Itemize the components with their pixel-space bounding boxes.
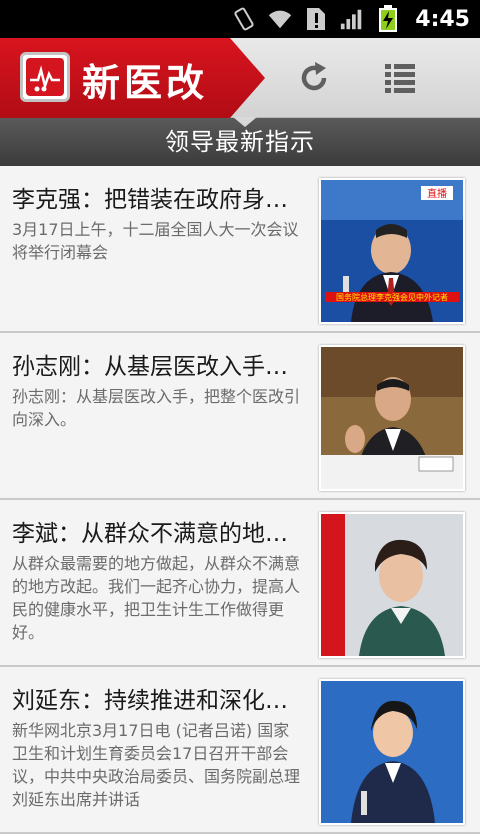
article-item[interactable]: 孙志刚：从基层医改入手… 孙志刚：从基层医改入手，把整个医改引向深入。 bbox=[0, 333, 480, 500]
article-summary: 新华网北京3月17日电 (记者吕诺) 国家卫生和计划生育委员会17日召开干部会议… bbox=[12, 721, 301, 809]
clock: 4:45 bbox=[415, 6, 470, 32]
section-pointer bbox=[233, 117, 257, 127]
article-thumbnail bbox=[319, 679, 465, 825]
live-badge: 直播 bbox=[427, 187, 447, 200]
article-thumbnail bbox=[319, 512, 465, 658]
vibrate-icon bbox=[231, 6, 257, 32]
article-item[interactable]: 李克强：把错装在政府身… 3月17日上午，十二届全国人大一次会议将举行闭幕会 国… bbox=[0, 166, 480, 333]
signal-icon bbox=[339, 6, 365, 32]
article-item[interactable]: 李斌：从群众不满意的地… 从群众最需要的地方做起，从群众不满意的地方改起。我们一… bbox=[0, 500, 480, 667]
article-list: 李克强：把错装在政府身… 3月17日上午，十二届全国人大一次会议将举行闭幕会 国… bbox=[0, 166, 480, 834]
thumb-caption: 国务院总理李克强会见中外记者 bbox=[336, 292, 448, 302]
alert-icon bbox=[303, 6, 329, 32]
app-header: 新医改 bbox=[0, 38, 480, 118]
article-title: 李斌：从群众不满意的地… bbox=[12, 521, 288, 547]
article-summary: 从群众最需要的地方做起，从群众不满意的地方改起。我们一起齐心协力，提高人民的健康… bbox=[12, 554, 301, 642]
article-title: 孙志刚：从基层医改入手… bbox=[12, 354, 288, 380]
article-summary: 3月17日上午，十二届全国人大一次会议将举行闭幕会 bbox=[12, 220, 299, 262]
article-thumbnail bbox=[319, 345, 465, 491]
article-item[interactable]: 刘延东：持续推进和深化… 新华网北京3月17日电 (记者吕诺) 国家卫生和计划生… bbox=[0, 667, 480, 834]
article-thumbnail: 国务院总理李克强会见中外记者 直播 bbox=[319, 178, 465, 324]
article-title: 李克强：把错装在政府身… bbox=[12, 187, 288, 213]
wifi-icon bbox=[267, 6, 293, 32]
refresh-button[interactable] bbox=[294, 58, 334, 98]
list-menu-button[interactable] bbox=[380, 58, 420, 98]
app-logo-icon bbox=[20, 52, 70, 102]
refresh-icon bbox=[301, 62, 327, 91]
article-title: 刘延东：持续推进和深化… bbox=[12, 688, 288, 714]
article-summary: 孙志刚：从基层医改入手，把整个医改引向深入。 bbox=[12, 387, 301, 429]
battery-charging-icon bbox=[375, 5, 401, 32]
app-title: 新医改 bbox=[82, 61, 209, 105]
section-header: 领导最新指示 bbox=[0, 117, 480, 166]
status-bar: 4:45 bbox=[0, 0, 480, 38]
list-menu-icon bbox=[385, 64, 415, 93]
